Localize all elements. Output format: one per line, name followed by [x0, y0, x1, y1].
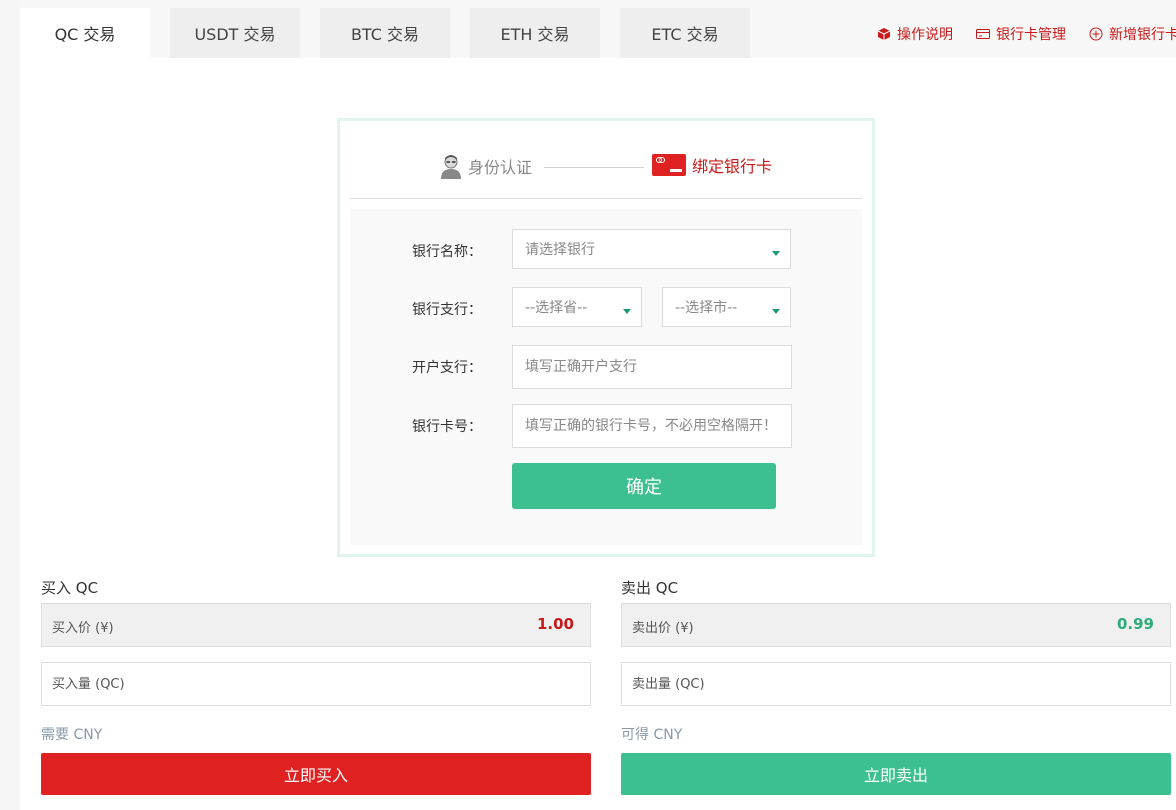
buy-price-value: 1.00: [536, 615, 574, 633]
sell-price-box: 卖出价 (¥) 0.99: [621, 603, 1171, 647]
buy-price-label: 买入价 (¥): [52, 621, 114, 636]
sell-price-value: 0.99: [1116, 615, 1154, 633]
add-bank-card-link[interactable]: 新增银行卡: [1089, 24, 1176, 44]
add-bank-card-label: 新增银行卡: [1109, 27, 1176, 43]
step-connector: [544, 167, 644, 168]
buy-price-box: 买入价 (¥) 1.00: [41, 603, 591, 647]
tab-etc[interactable]: ETC 交易: [620, 8, 750, 58]
sell-get-cny: 可得 CNY: [621, 727, 683, 743]
sell-amount-input[interactable]: [621, 662, 1171, 706]
sell-title: 卖出 QC: [621, 579, 679, 597]
card-icon: [976, 29, 990, 39]
tab-btc[interactable]: BTC 交易: [320, 8, 450, 58]
bank-branch-label: 银行支行：: [412, 302, 482, 318]
left-gutter: [0, 0, 20, 810]
step-indicator: 身份认证 绑定银行卡: [340, 121, 872, 201]
bank-card-manage-link[interactable]: 银行卡管理: [976, 24, 1066, 44]
step-identity: 身份认证: [440, 153, 532, 179]
user-avatar-icon: [440, 153, 462, 179]
sell-now-button[interactable]: 立即卖出: [621, 753, 1171, 795]
buy-now-button[interactable]: 立即买入: [41, 753, 591, 795]
step-bind-card-label: 绑定银行卡: [692, 157, 773, 176]
plus-circle-icon: [1089, 27, 1103, 41]
card-number-input[interactable]: [512, 404, 792, 448]
open-branch-label: 开户支行：: [412, 360, 482, 376]
buy-need-cny: 需要 CNY: [41, 727, 103, 743]
bank-card-icon: [652, 154, 686, 176]
province-select-value: --选择省--: [525, 300, 588, 316]
cube-icon: [877, 28, 891, 40]
instructions-link[interactable]: 操作说明: [877, 24, 953, 44]
step-bind-card: 绑定银行卡: [652, 153, 772, 177]
chevron-down-icon: [772, 309, 780, 314]
sell-price-label: 卖出价 (¥): [632, 621, 694, 636]
tab-eth[interactable]: ETH 交易: [470, 8, 600, 58]
province-select[interactable]: --选择省--: [512, 287, 642, 327]
bank-card-manage-label: 银行卡管理: [996, 27, 1066, 43]
buy-title: 买入 QC: [41, 579, 99, 597]
card-number-label: 银行卡号：: [412, 419, 482, 435]
confirm-button[interactable]: 确定: [512, 463, 776, 509]
city-select-value: --选择市--: [675, 300, 738, 316]
bind-bank-card-dialog: 身份认证 绑定银行卡 银行名称： 请选择银行 银行支行： --选择省-- --选…: [337, 118, 875, 557]
bank-name-select[interactable]: 请选择银行: [512, 229, 791, 269]
instructions-label: 操作说明: [897, 27, 953, 43]
bank-name-label: 银行名称：: [412, 244, 482, 260]
bank-card-form: 银行名称： 请选择银行 银行支行： --选择省-- --选择市-- 开户支行： …: [350, 209, 862, 545]
chevron-down-icon: [623, 309, 631, 314]
buy-amount-input[interactable]: [41, 662, 591, 706]
tab-usdt[interactable]: USDT 交易: [170, 8, 300, 58]
bank-name-select-value: 请选择银行: [525, 242, 595, 258]
chevron-down-icon: [772, 251, 780, 256]
step-identity-label: 身份认证: [468, 158, 533, 177]
city-select[interactable]: --选择市--: [662, 287, 791, 327]
open-branch-input[interactable]: [512, 345, 792, 389]
dialog-divider: [350, 198, 862, 199]
tab-qc[interactable]: QC 交易: [20, 8, 150, 58]
